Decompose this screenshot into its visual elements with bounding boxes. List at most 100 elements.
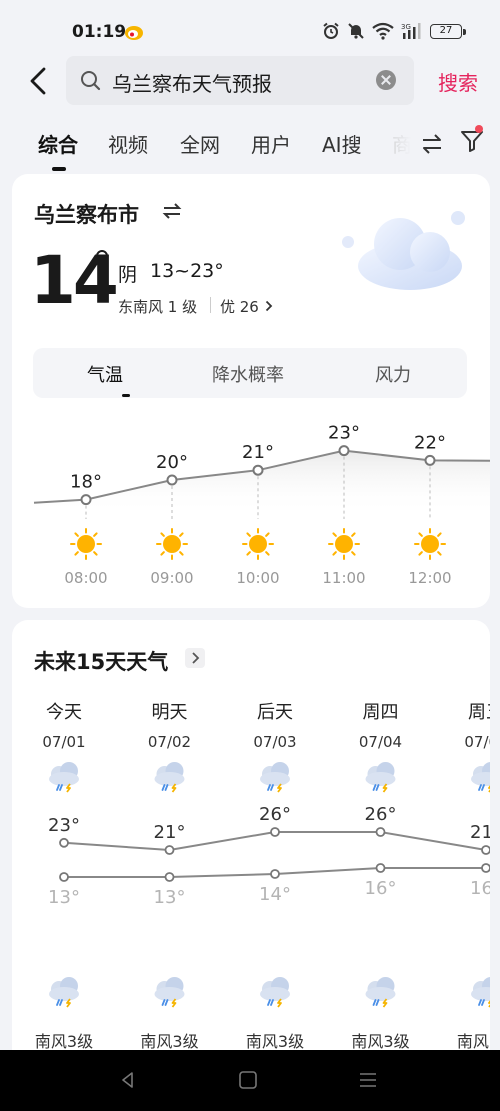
- status-time: 01:19: [72, 22, 127, 42]
- high-temp-label: 23°: [48, 815, 80, 836]
- hourly-temperature-chart[interactable]: 18° 08:00 20° 09:00 21° 10:00 23° 11:00 22° 12:00: [12, 414, 490, 604]
- sun-icon: [156, 528, 188, 560]
- high-temp-point: [481, 845, 490, 855]
- segment-precipitation[interactable]: 降水概率: [212, 361, 284, 387]
- high-temp-label: 21°: [470, 822, 490, 843]
- search-icon: [81, 71, 101, 91]
- thunder-cloud-icon: [471, 977, 490, 1008]
- hourly-time-label: 11:00: [322, 569, 365, 587]
- air-quality[interactable]: 优 26: [220, 296, 259, 317]
- hourly-temp-label: 23°: [328, 423, 360, 444]
- low-temp-point: [481, 863, 490, 873]
- tab-ai-search[interactable]: AI搜: [322, 129, 362, 158]
- tab-comprehensive[interactable]: 综合: [38, 129, 78, 158]
- thunder-cloud-icon: [260, 977, 290, 1008]
- mute-icon: [348, 23, 364, 39]
- chevron-right-icon[interactable]: [265, 300, 273, 312]
- segment-temperature[interactable]: 气温: [87, 361, 123, 387]
- tab-fade: [374, 125, 418, 165]
- forecast-title[interactable]: 未来15天天气: [34, 646, 168, 676]
- day-date: 07/04: [359, 733, 402, 751]
- thunder-cloud-icon: [154, 762, 185, 793]
- hourly-point: [80, 494, 92, 506]
- day-date: 07/01: [42, 733, 85, 751]
- thunder-cloud-icon: [471, 762, 490, 793]
- battery-indicator: 27: [430, 23, 466, 39]
- hourly-time-label: 08:00: [64, 569, 107, 587]
- divider: [210, 297, 211, 313]
- hourly-temp-label: 20°: [156, 452, 188, 473]
- low-temp-label: 16°: [365, 878, 397, 899]
- nav-menu-icon[interactable]: [358, 1070, 378, 1090]
- current-weather-card[interactable]: 乌兰察布市 14 阴 13~23° 东南风 1 级 优 26 气温 降水概率 风…: [12, 174, 490, 608]
- city-switch-icon[interactable]: [162, 202, 182, 220]
- network-type-label: 3G: [401, 23, 411, 31]
- status-icons: 3G 27: [322, 22, 466, 40]
- high-temp-point: [164, 845, 175, 855]
- high-temp-label: 26°: [365, 804, 397, 825]
- city-name[interactable]: 乌兰察布市: [34, 199, 139, 229]
- low-temp-label: 14°: [259, 884, 291, 905]
- status-bar: 01:19 3G 27: [0, 0, 500, 60]
- nav-home-icon[interactable]: [238, 1070, 258, 1090]
- daily-forecast-chart[interactable]: 今天 07/01 南风3级 明天 07/02 南风3级 后天 07/03 南风3级 周四 07/04…: [12, 690, 490, 1070]
- notification-dot: [475, 125, 483, 133]
- search-query: 乌兰察布天气预报: [112, 72, 272, 96]
- day-date: 07/02: [148, 733, 191, 751]
- weibo-notification-icon: [125, 26, 143, 40]
- tab-video[interactable]: 视频: [108, 129, 148, 158]
- day-name: 后天: [257, 702, 293, 723]
- hourly-point: [338, 445, 350, 457]
- low-temp-point: [164, 872, 175, 882]
- day-wind: 南风3级: [246, 1032, 304, 1051]
- weather-condition: 阴: [118, 264, 138, 286]
- low-temp-label: 13°: [48, 887, 80, 908]
- sun-icon: [70, 528, 102, 560]
- tab-web[interactable]: 全网: [180, 129, 220, 158]
- day-date: 07/03: [253, 733, 296, 751]
- thunder-cloud-icon: [365, 977, 396, 1008]
- wifi-icon: [372, 22, 394, 40]
- high-temp-point: [375, 827, 386, 837]
- segment-wind[interactable]: 风力: [375, 361, 411, 387]
- day-date: 07/05: [464, 733, 490, 751]
- wind-info: 东南风 1 级: [118, 298, 198, 316]
- hourly-time-label: 10:00: [236, 569, 279, 587]
- signal-icon: 3G: [401, 23, 421, 39]
- day-wind: 南风3级: [35, 1032, 93, 1051]
- alarm-icon: [323, 22, 339, 39]
- chevron-right-icon[interactable]: [185, 648, 205, 668]
- system-navigation-bar: [0, 1050, 500, 1111]
- sun-icon: [242, 528, 274, 560]
- hourly-point: [424, 454, 436, 466]
- high-temp-point: [59, 837, 69, 848]
- day-name: 明天: [152, 702, 188, 723]
- hourly-time-label: 12:00: [408, 569, 451, 587]
- hourly-point: [252, 464, 264, 476]
- low-temp-point: [270, 869, 280, 879]
- low-temp-point: [375, 863, 386, 873]
- search-input[interactable]: 乌兰察布天气预报: [66, 56, 414, 105]
- thunder-cloud-icon: [49, 762, 79, 793]
- category-tabs: 综合 视频 全网 用户 AI搜 商: [0, 125, 500, 171]
- day-name: 周五: [468, 702, 490, 723]
- tab-users[interactable]: 用户: [251, 129, 291, 158]
- day-wind: 南风3级: [351, 1032, 409, 1051]
- back-arrow-icon[interactable]: [24, 65, 52, 97]
- thunder-cloud-icon: [260, 762, 290, 793]
- search-button[interactable]: 搜索: [438, 67, 478, 96]
- high-temp-label: 21°: [154, 822, 186, 843]
- low-temp-label: 16°: [470, 878, 490, 899]
- thunder-cloud-icon: [365, 762, 396, 793]
- day-wind: 南风3级: [140, 1032, 198, 1051]
- hourly-segment-control: 气温 降水概率 风力: [33, 348, 467, 398]
- swap-icon[interactable]: [420, 133, 444, 155]
- clear-icon[interactable]: [376, 70, 396, 90]
- nav-back-icon[interactable]: [118, 1070, 138, 1090]
- hourly-point: [166, 474, 178, 486]
- forecast-card: 未来15天天气 今天 07/01 南风3级 明天 07/02 南风3级 后天 07/03 南风3…: [12, 620, 490, 1111]
- high-temp-label: 26°: [259, 804, 291, 825]
- hourly-temp-label: 18°: [70, 472, 102, 493]
- segment-active-indicator: [122, 394, 130, 397]
- high-temp-point: [270, 827, 280, 837]
